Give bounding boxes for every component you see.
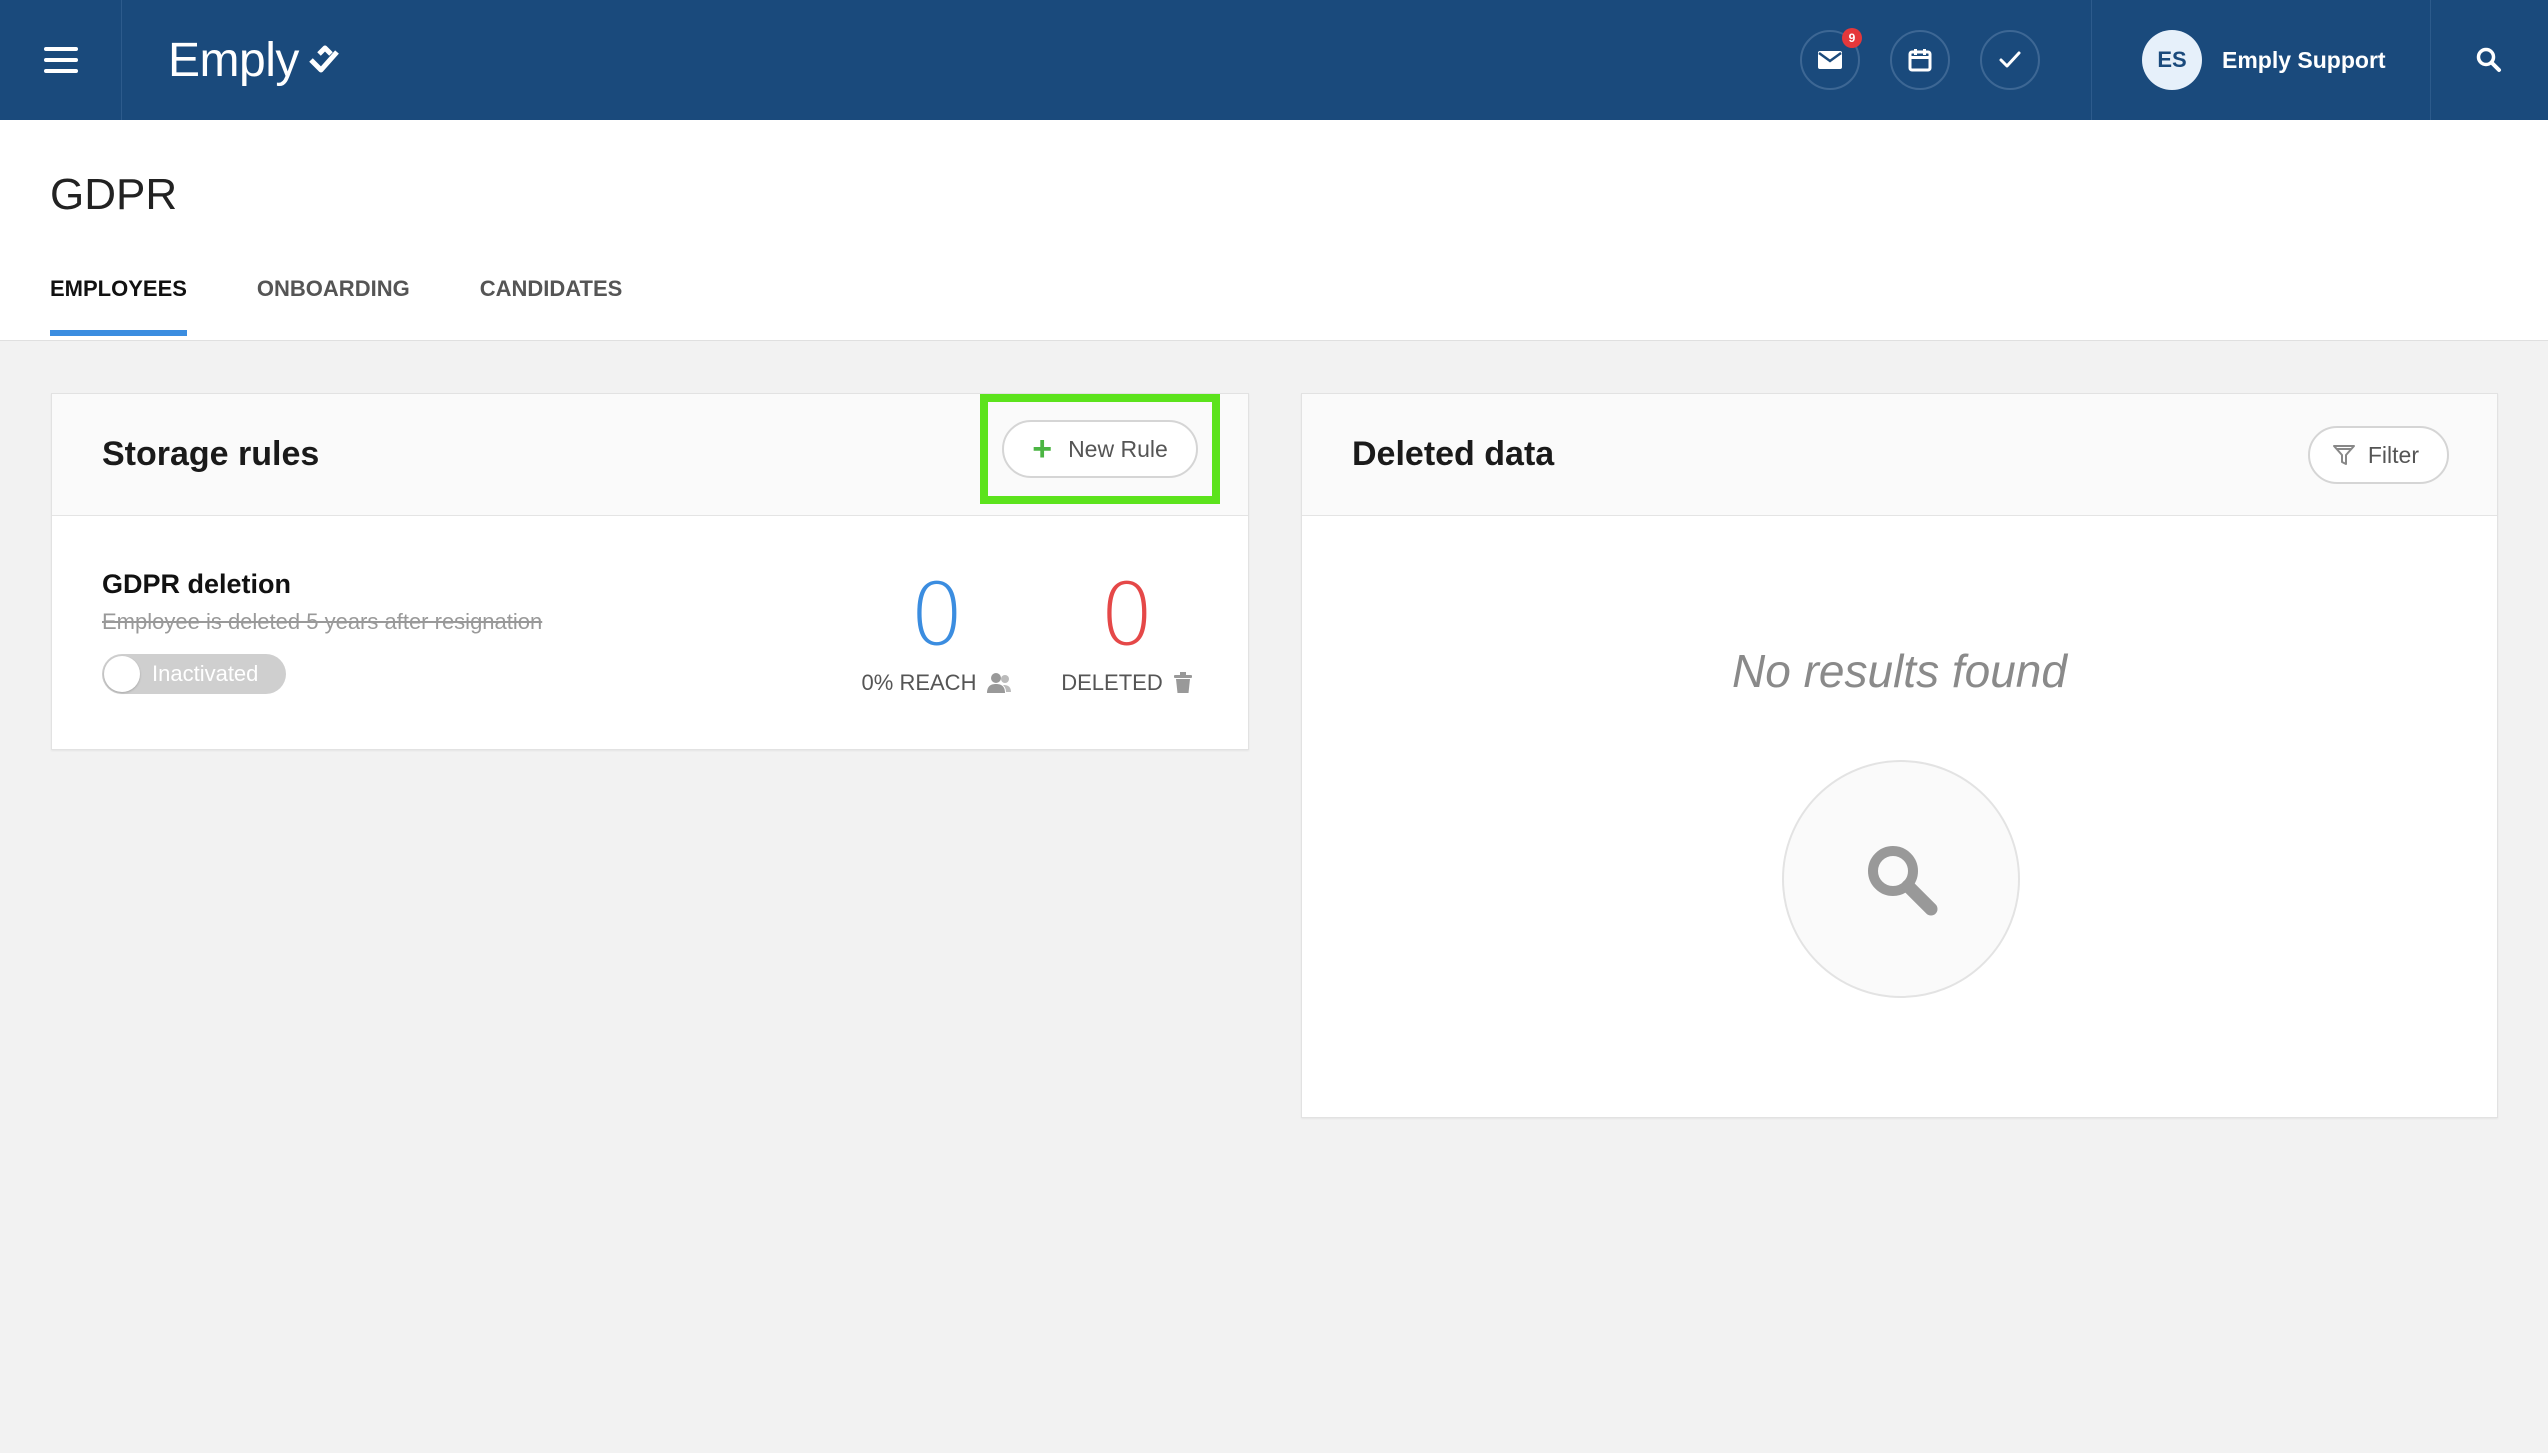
deleted-value: 0 xyxy=(1099,565,1155,665)
new-rule-label: New Rule xyxy=(1068,435,1168,462)
calendar-icon xyxy=(1908,49,1932,72)
deleted-data-panel: Deleted data Filter No results found xyxy=(1301,393,2498,1118)
users-icon xyxy=(987,673,1012,693)
brand-logo-icon xyxy=(309,45,339,73)
filter-icon xyxy=(2332,445,2355,465)
deleted-data-header: Deleted data Filter xyxy=(1302,394,2497,516)
storage-rules-panel: Storage rules + New Rule GDPR deletion E… xyxy=(51,393,1249,750)
empty-state-text: No results found xyxy=(1732,645,2067,697)
toggle-label: Inactivated xyxy=(152,661,259,686)
hamburger-icon xyxy=(43,47,78,73)
reach-label: 0% REACH xyxy=(861,670,977,695)
checkmark-icon xyxy=(1999,51,2021,68)
brand-name: Emply xyxy=(168,33,299,87)
storage-rules-header: Storage rules + New Rule xyxy=(52,394,1248,516)
empty-state-illustration xyxy=(1782,760,2020,998)
calendar-button[interactable] xyxy=(1890,30,1950,90)
rule-status-toggle[interactable]: Inactivated xyxy=(102,654,286,694)
avatar: ES xyxy=(2142,30,2202,90)
trash-icon xyxy=(1173,672,1192,693)
deleted-stat: 0 DELETED xyxy=(1052,572,1202,696)
search-icon xyxy=(2476,47,2501,72)
tab-candidates[interactable]: CANDIDATES xyxy=(480,276,623,336)
new-rule-button[interactable]: + New Rule xyxy=(1002,420,1198,478)
tab-employees[interactable]: EMPLOYEES xyxy=(50,276,187,336)
notification-badge: 9 xyxy=(1842,28,1862,48)
storage-rules-title: Storage rules xyxy=(102,435,320,473)
search-button[interactable] xyxy=(2430,0,2548,120)
page-title: GDPR xyxy=(50,170,178,219)
plus-icon: + xyxy=(1032,430,1053,468)
reach-value: 0 xyxy=(909,565,965,665)
tab-bar: EMPLOYEES ONBOARDING CANDIDATES xyxy=(50,276,692,336)
menu-button[interactable] xyxy=(0,0,122,120)
user-name: Emply Support xyxy=(2222,46,2386,73)
toggle-knob xyxy=(104,656,140,692)
reach-stat: 0 0% REACH xyxy=(842,572,1032,696)
deleted-label: DELETED xyxy=(1061,670,1163,695)
page-header: GDPR EMPLOYEES ONBOARDING CANDIDATES xyxy=(0,120,2548,341)
user-menu[interactable]: ES Emply Support xyxy=(2142,0,2386,120)
new-rule-highlight: + New Rule xyxy=(980,394,1220,504)
brand-logo[interactable]: Emply xyxy=(168,33,341,88)
tasks-button[interactable] xyxy=(1980,30,2040,90)
mail-icon xyxy=(1818,51,1842,69)
top-navigation-bar: Emply 9 ES Emply Support xyxy=(0,0,2548,120)
rule-description: Employee is deleted 5 years after resign… xyxy=(102,609,543,634)
tab-onboarding[interactable]: ONBOARDING xyxy=(257,276,410,336)
filter-button[interactable]: Filter xyxy=(2307,426,2449,484)
deleted-data-title: Deleted data xyxy=(1352,435,1555,473)
messages-button[interactable]: 9 xyxy=(1800,28,1862,90)
magnifier-icon xyxy=(1868,846,1938,916)
filter-label: Filter xyxy=(2367,441,2419,468)
divider xyxy=(2091,0,2092,120)
rule-name[interactable]: GDPR deletion xyxy=(102,569,291,600)
